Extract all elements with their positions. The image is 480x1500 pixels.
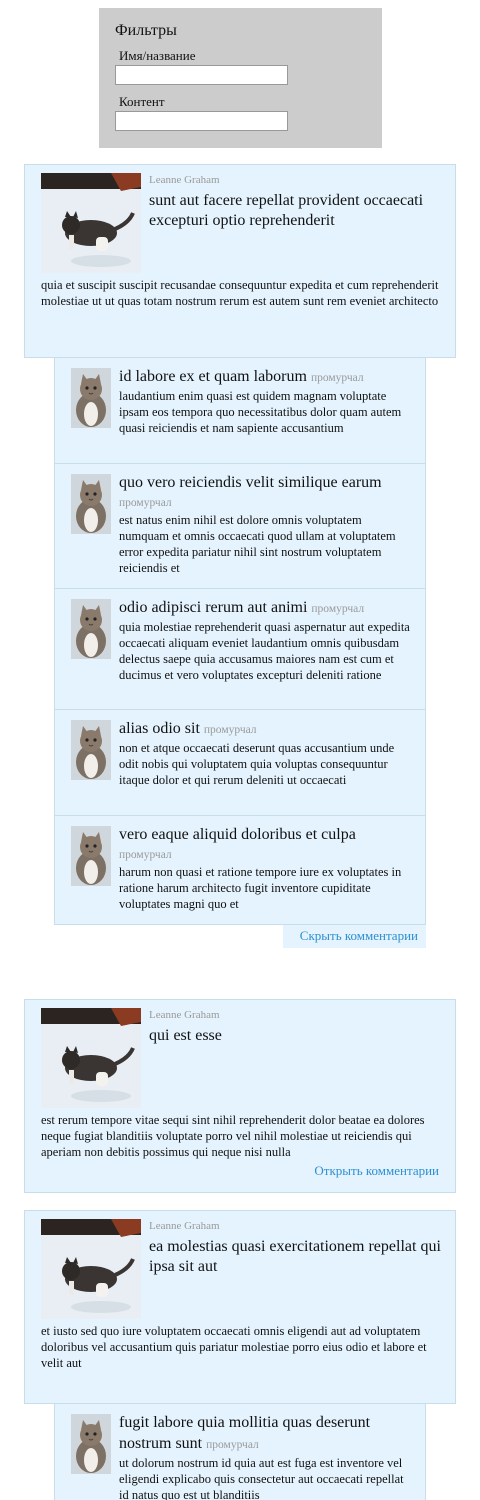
cat-avatar bbox=[41, 1008, 141, 1108]
hide-comments-button[interactable]: Скрыть комментарии bbox=[283, 925, 426, 948]
comment-author: промурчал bbox=[119, 849, 172, 861]
comment-body: harum non quasi et ratione tempore iure … bbox=[119, 865, 402, 911]
cat-avatar bbox=[71, 474, 111, 534]
comments-list: id labore ex et quam laborum промурчал l… bbox=[54, 357, 426, 925]
post-card: Leanne Graham sunt aut facere repellat p… bbox=[24, 164, 456, 358]
comment-item: odio adipisci rerum aut animi промурчал … bbox=[55, 589, 425, 710]
comment-author: промурчал bbox=[203, 724, 257, 736]
open-comments-button[interactable]: Открыть комментарии bbox=[314, 1163, 439, 1179]
comment-item: vero eaque aliquid doloribus et culpa пр… bbox=[55, 816, 425, 924]
cat-avatar bbox=[71, 368, 111, 428]
name-field-label: Имя/название bbox=[119, 48, 196, 63]
comment-title: alias odio sit bbox=[119, 720, 200, 737]
cat-avatar bbox=[71, 720, 111, 780]
comment-author: промурчал bbox=[119, 497, 172, 509]
comment-body: laudantium enim quasi est quidem magnam … bbox=[119, 389, 402, 435]
comment-item: quo vero reiciendis velit similique earu… bbox=[55, 464, 425, 589]
post-title: ea molestias quasi exercitationem repell… bbox=[149, 1238, 441, 1275]
comment-item: alias odio sit промурчал non et atque oc… bbox=[55, 710, 425, 816]
comment-author: промурчал bbox=[206, 1439, 259, 1451]
filters-title: Фильтры bbox=[115, 22, 177, 39]
post-author: Leanne Graham bbox=[149, 1009, 220, 1021]
comment-author: промурчал bbox=[311, 603, 365, 615]
post-title: qui est esse bbox=[149, 1027, 222, 1044]
comment-item: id labore ex et quam laborum промурчал l… bbox=[55, 358, 425, 464]
cat-avatar bbox=[41, 1219, 141, 1319]
comment-body: non et atque occaecati deserunt quas acc… bbox=[119, 741, 395, 787]
comment-title: id labore ex et quam laborum bbox=[119, 368, 307, 385]
name-filter-input[interactable] bbox=[115, 65, 288, 85]
comment-item: fugit labore quia mollitia quas deserunt… bbox=[55, 1404, 425, 1500]
content-field-label: Контент bbox=[119, 94, 165, 109]
comment-body: quia molestiae reprehenderit quasi asper… bbox=[119, 620, 410, 682]
content-filter-input[interactable] bbox=[115, 111, 288, 131]
comments-list: fugit labore quia mollitia quas deserunt… bbox=[54, 1403, 426, 1500]
cat-avatar bbox=[41, 173, 141, 273]
cat-avatar bbox=[71, 599, 111, 659]
filters-panel: Фильтры Имя/название Контент bbox=[99, 8, 382, 148]
post-body: est rerum tempore vitae sequi sint nihil… bbox=[41, 1113, 425, 1159]
post-author: Leanne Graham bbox=[149, 174, 220, 186]
comment-body: est natus enim nihil est dolore omnis vo… bbox=[119, 513, 396, 575]
comment-title: vero eaque aliquid doloribus et culpa bbox=[119, 826, 356, 843]
cat-avatar bbox=[71, 1414, 111, 1474]
post-card: Leanne Graham qui est esse est rerum tem… bbox=[24, 999, 456, 1193]
comment-body: ut dolorum nostrum id quia aut est fuga … bbox=[119, 1456, 404, 1500]
post-title: sunt aut facere repellat provident occae… bbox=[149, 192, 424, 229]
post-body: et iusto sed quo iure voluptatem occaeca… bbox=[41, 1324, 427, 1370]
post-author: Leanne Graham bbox=[149, 1220, 220, 1232]
comment-title: odio adipisci rerum aut animi bbox=[119, 599, 308, 616]
post-body: quia et suscipit suscipit recusandae con… bbox=[41, 278, 439, 308]
comment-author: промурчал bbox=[310, 372, 364, 384]
cat-avatar bbox=[71, 826, 111, 886]
post-card: Leanne Graham ea molestias quasi exercit… bbox=[24, 1210, 456, 1404]
comment-title: quo vero reiciendis velit similique earu… bbox=[119, 474, 382, 491]
